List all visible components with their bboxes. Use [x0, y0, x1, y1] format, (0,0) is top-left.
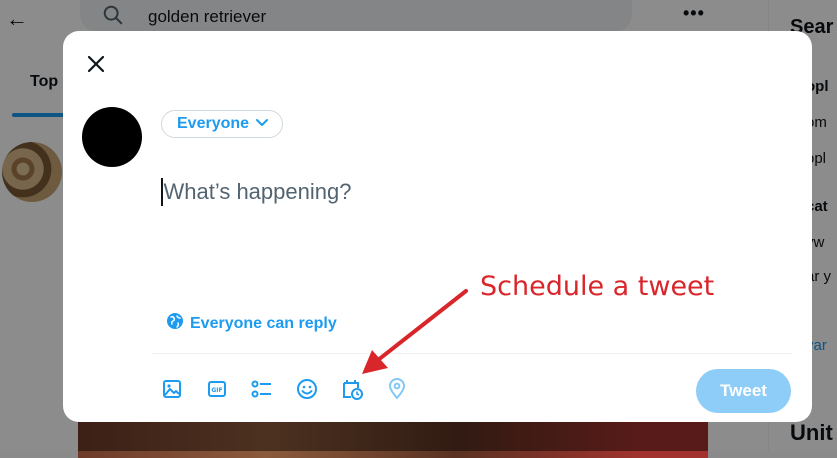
annotation-label: Schedule a tweet — [480, 271, 715, 302]
image-icon — [162, 379, 182, 404]
location-icon — [387, 377, 407, 405]
poll-icon — [251, 379, 273, 404]
gif-icon: GIF — [207, 379, 227, 404]
chevron-down-icon — [255, 115, 269, 133]
compose-toolbar: GIF — [159, 376, 429, 406]
schedule-button[interactable] — [339, 378, 365, 404]
gif-button[interactable]: GIF — [204, 378, 230, 404]
reply-setting-button[interactable]: Everyone can reply — [166, 312, 337, 335]
compose-tweet-modal: Everyone What’s happening? Everyone can … — [63, 31, 812, 422]
svg-text:GIF: GIF — [211, 387, 222, 394]
globe-icon — [166, 312, 184, 335]
compose-divider — [151, 353, 793, 354]
close-button[interactable] — [79, 49, 113, 83]
emoji-button[interactable] — [294, 378, 320, 404]
poll-button[interactable] — [249, 378, 275, 404]
location-button[interactable] — [384, 377, 410, 405]
reply-setting-label: Everyone can reply — [190, 314, 337, 332]
audience-selector-button[interactable]: Everyone — [161, 110, 284, 138]
tweet-placeholder: What’s happening? — [163, 179, 352, 204]
tweet-button[interactable]: Tweet — [696, 369, 791, 413]
emoji-icon — [296, 378, 318, 405]
tweet-text-input[interactable]: What’s happening? — [161, 172, 721, 212]
schedule-icon — [341, 378, 363, 405]
media-button[interactable] — [159, 378, 185, 404]
audience-label: Everyone — [177, 115, 250, 132]
close-icon — [86, 54, 106, 79]
text-cursor — [161, 178, 163, 206]
user-avatar[interactable] — [82, 107, 142, 167]
